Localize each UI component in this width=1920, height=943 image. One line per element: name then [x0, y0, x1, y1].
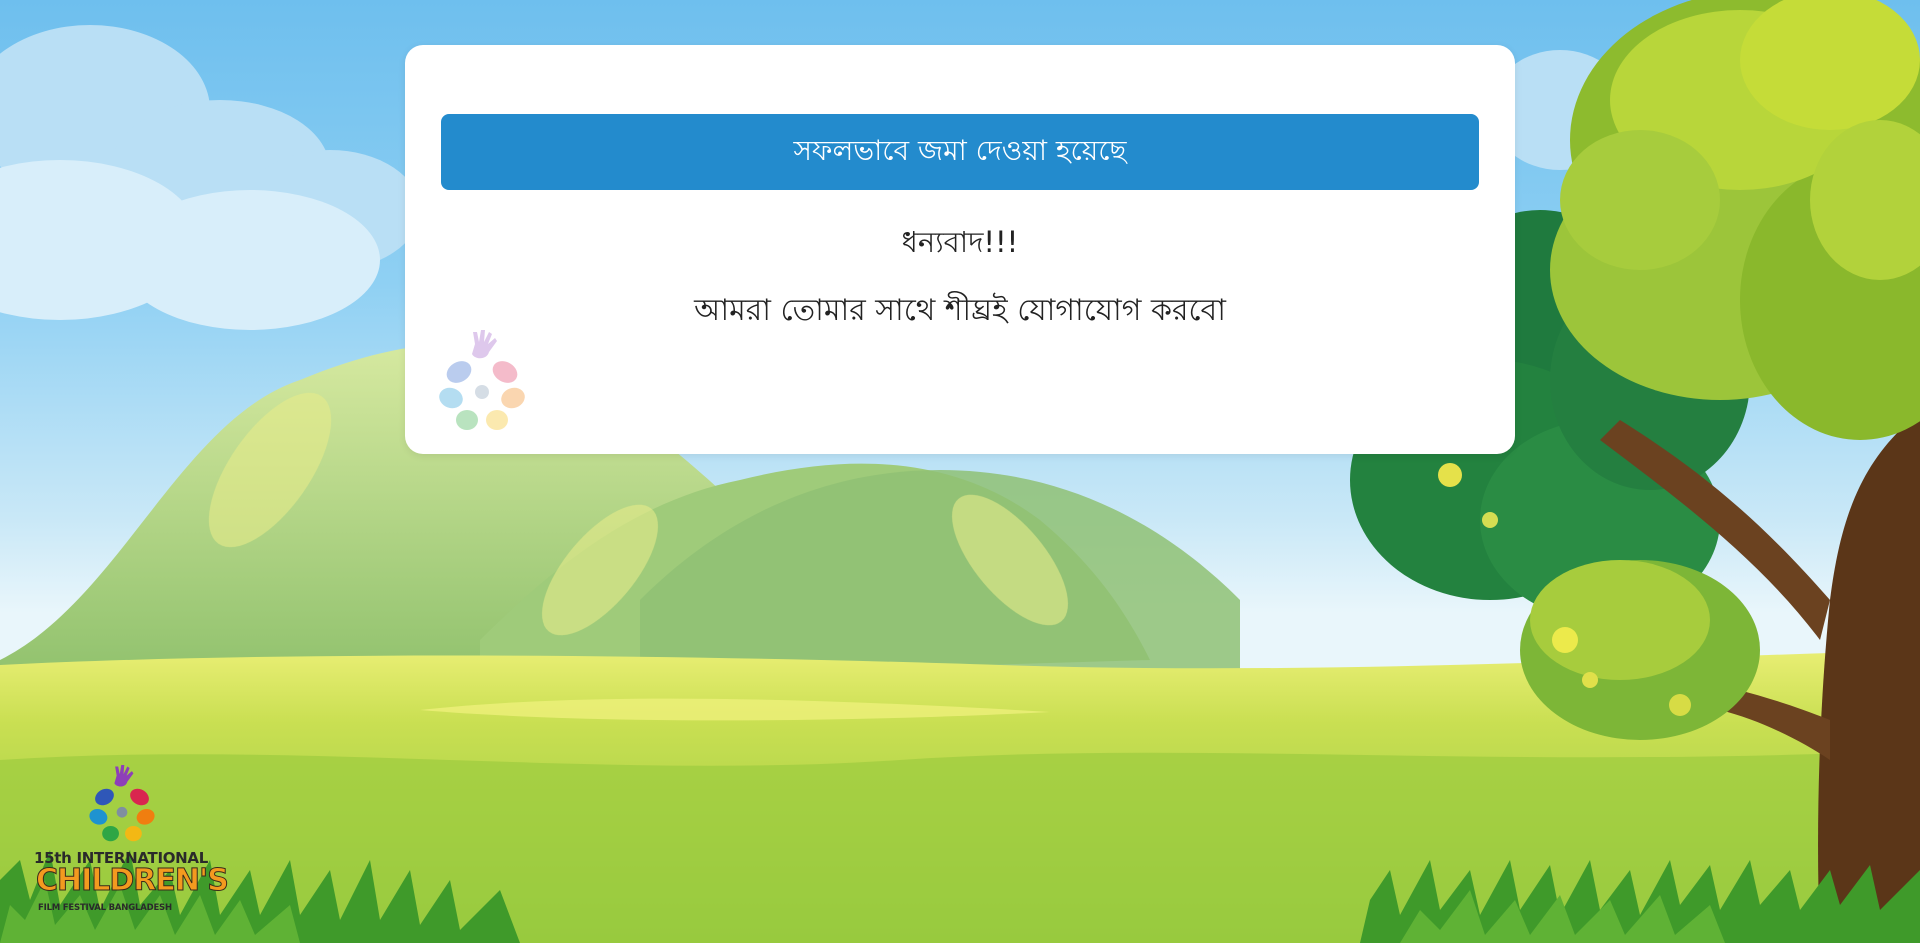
festival-watermark-icon: [439, 330, 525, 430]
festival-flower-icon: [89, 765, 155, 842]
festival-logo: 15th INTERNATIONAL CHILDREN'S FILM FESTI…: [34, 765, 230, 920]
logo-text-childrens: CHILDREN'S: [36, 863, 230, 899]
success-banner: সফলভাবে জমা দেওয়া হয়েছে: [441, 114, 1479, 190]
page: সফলভাবে জমা দেওয়া হয়েছে ধন্যবাদ!!! আমর…: [0, 0, 1920, 943]
thanks-heading: ধন্যবাদ!!!: [901, 225, 1019, 259]
followup-message: আমরা তোমার সাথে শীঘ্রই যোগাযোগ করবো: [694, 293, 1226, 328]
logo-text-festival: FILM FESTIVAL BANGLADESH: [38, 903, 172, 913]
success-card: সফলভাবে জমা দেওয়া হয়েছে ধন্যবাদ!!! আমর…: [405, 45, 1515, 454]
